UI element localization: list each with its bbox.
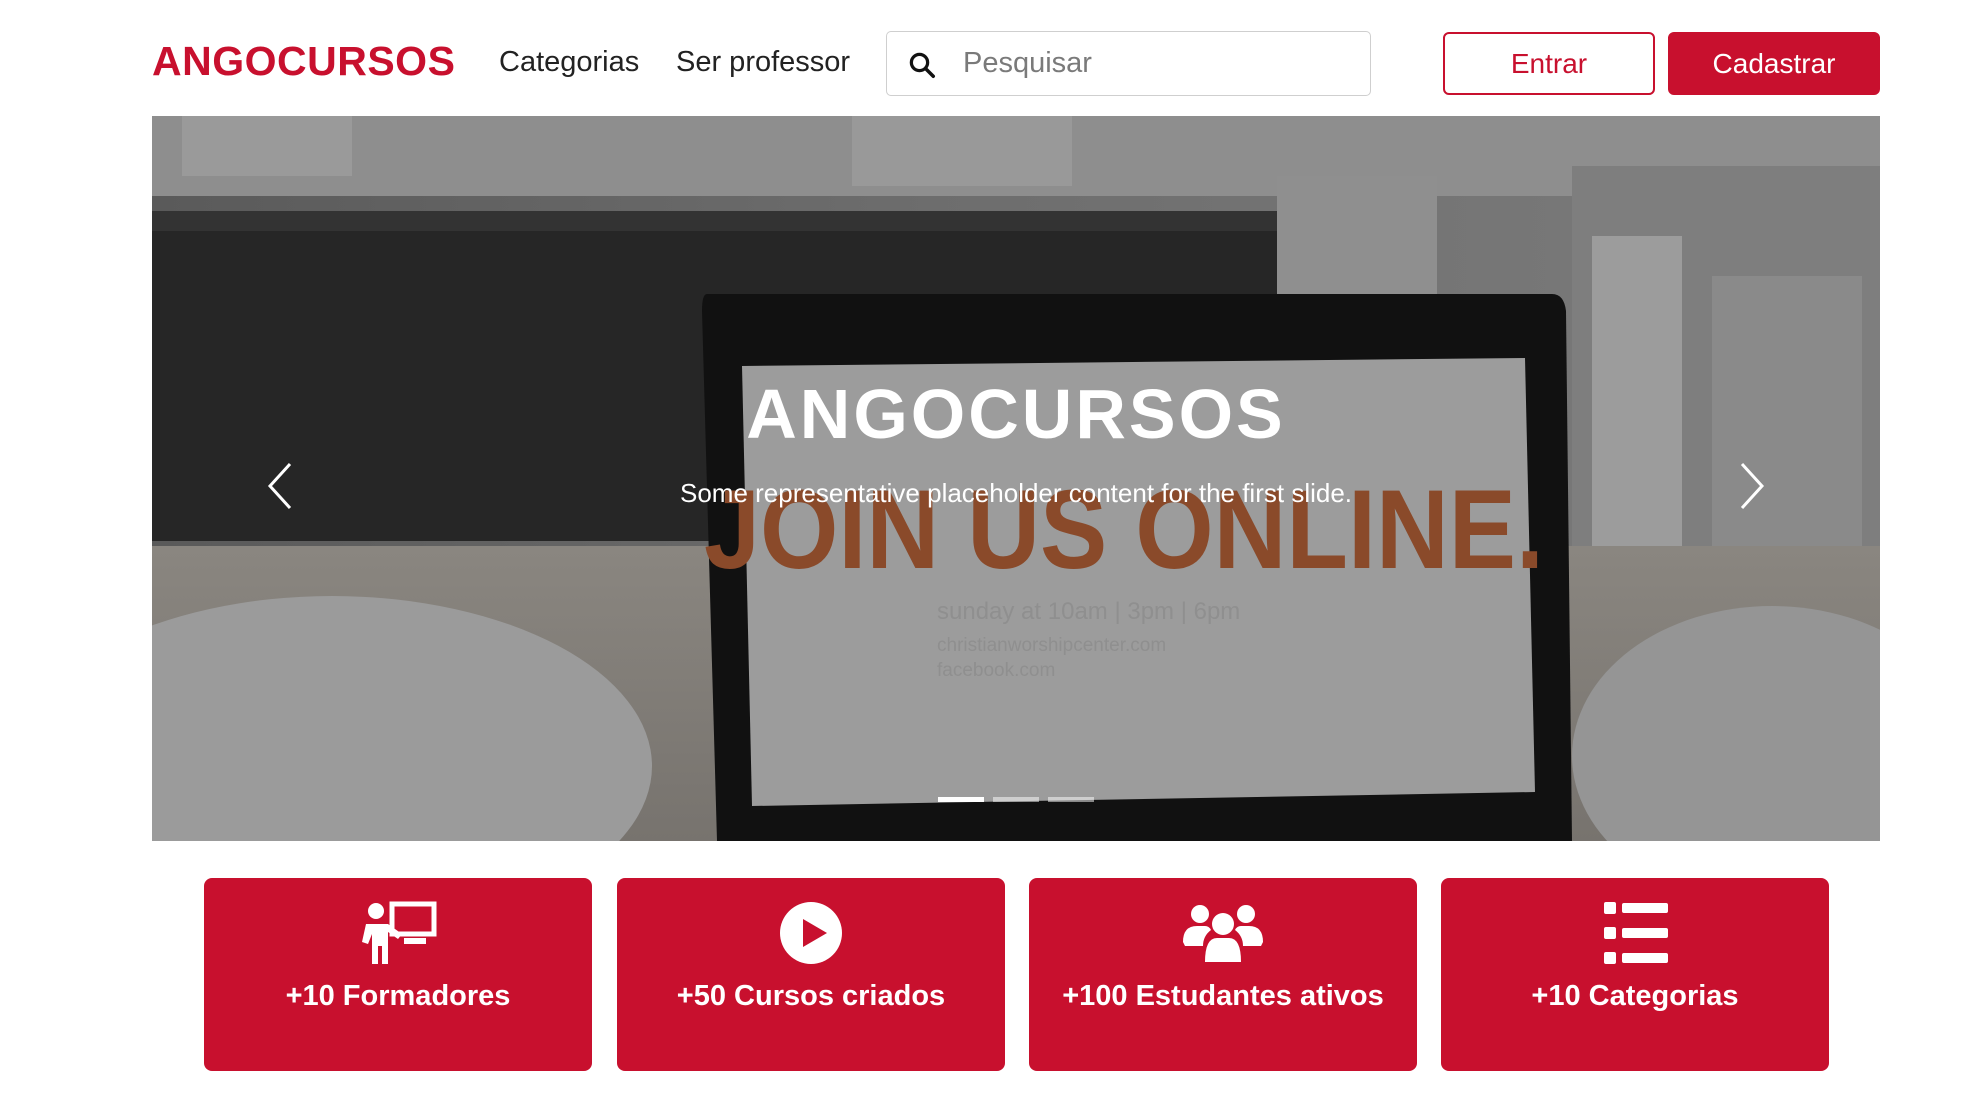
- screen-line-3: facebook.com: [937, 660, 1055, 681]
- chevron-left-icon[interactable]: [262, 456, 302, 516]
- login-button[interactable]: Entrar: [1443, 32, 1655, 95]
- search-box[interactable]: [886, 31, 1371, 96]
- stat-label: +100 Estudantes ativos: [1062, 980, 1384, 1012]
- hero-caption: Some representative placeholder content …: [679, 478, 1353, 508]
- play-circle-icon: [780, 902, 842, 964]
- carousel-indicator-3[interactable]: [1048, 797, 1094, 802]
- search-icon[interactable]: [907, 50, 937, 80]
- brand-logo[interactable]: ANGOCURSOS: [152, 38, 455, 85]
- hero-title: ANGOCURSOS: [746, 375, 1286, 453]
- stat-card-estudantes[interactable]: +100 Estudantes ativos: [1029, 878, 1417, 1071]
- screen-line-2: christianworshipcenter.com: [937, 635, 1166, 656]
- signup-button[interactable]: Cadastrar: [1668, 32, 1880, 95]
- stat-card-cursos[interactable]: +50 Cursos criados: [617, 878, 1005, 1071]
- top-navbar: ANGOCURSOS Categorias Ser professor Entr…: [0, 0, 1966, 116]
- users-group-icon: [1183, 905, 1263, 962]
- list-icon: [1604, 902, 1668, 964]
- hero-carousel: JOIN US ONLINE. sunday at 10am | 3pm | 6…: [152, 116, 1880, 841]
- chevron-right-icon[interactable]: [1730, 456, 1770, 516]
- search-input[interactable]: [963, 32, 1363, 95]
- stat-label: +10 Categorias: [1531, 980, 1739, 1012]
- stat-card-formadores[interactable]: +10 Formadores: [204, 878, 592, 1071]
- nav-link-categorias[interactable]: Categorias: [499, 46, 639, 79]
- carousel-indicators: [152, 797, 1880, 802]
- screen-line-1: sunday at 10am | 3pm | 6pm: [937, 598, 1240, 625]
- teacher-board-icon: [362, 901, 437, 964]
- stat-label: +10 Formadores: [285, 980, 511, 1012]
- stat-card-categorias[interactable]: +10 Categorias: [1441, 878, 1829, 1071]
- carousel-indicator-2[interactable]: [993, 797, 1039, 802]
- stat-label: +50 Cursos criados: [676, 980, 946, 1012]
- carousel-indicator-1[interactable]: [938, 797, 984, 802]
- page: ANGOCURSOS Categorias Ser professor Entr…: [0, 0, 1966, 1117]
- nav-link-ser-professor[interactable]: Ser professor: [676, 46, 850, 79]
